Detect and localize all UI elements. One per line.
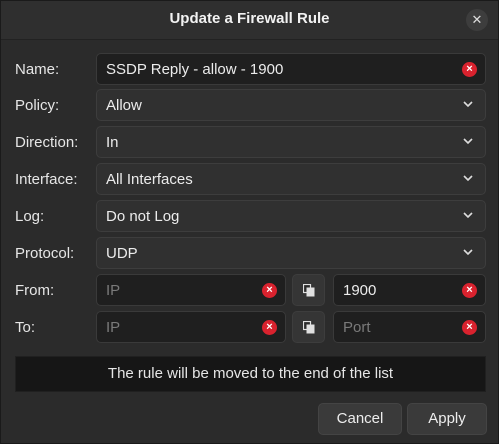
- direction-label: Direction:: [15, 134, 79, 151]
- protocol-dropdown[interactable]: UDP: [96, 237, 486, 269]
- name-label: Name:: [15, 61, 60, 78]
- from-ip-placeholder: IP: [106, 282, 121, 299]
- copy-icon: [303, 284, 315, 297]
- notice-banner: The rule will be moved to the end of the…: [15, 356, 486, 392]
- interface-dropdown[interactable]: All Interfaces: [96, 163, 486, 195]
- chevron-down-icon: [461, 134, 475, 148]
- chevron-down-icon: [461, 245, 475, 259]
- copy-to-button[interactable]: [292, 311, 325, 343]
- clear-to-ip-icon[interactable]: ×: [262, 320, 277, 335]
- direction-dropdown[interactable]: In: [96, 126, 486, 158]
- policy-dropdown[interactable]: Allow: [96, 89, 486, 121]
- policy-value: Allow: [106, 97, 142, 114]
- from-ip-input[interactable]: IP ×: [96, 274, 286, 306]
- chevron-down-icon: [461, 171, 475, 185]
- from-label: From:: [15, 282, 55, 299]
- from-port-input[interactable]: 1900 ×: [333, 274, 486, 306]
- log-label: Log:: [15, 208, 45, 225]
- clear-from-ip-icon[interactable]: ×: [262, 283, 277, 298]
- clear-from-port-icon[interactable]: ×: [462, 283, 477, 298]
- protocol-label: Protocol:: [15, 245, 75, 262]
- cancel-button[interactable]: Cancel: [318, 403, 402, 435]
- title-bar: Update a Firewall Rule ✕: [1, 1, 498, 40]
- chevron-down-icon: [461, 97, 475, 111]
- apply-button[interactable]: Apply: [407, 403, 487, 435]
- name-value: SSDP Reply - allow - 1900: [106, 61, 284, 78]
- direction-value: In: [106, 134, 119, 151]
- to-ip-placeholder: IP: [106, 319, 121, 336]
- to-label: To:: [15, 319, 36, 336]
- policy-label: Policy:: [15, 97, 60, 114]
- from-port-value: 1900: [343, 282, 377, 299]
- to-ip-input[interactable]: IP ×: [96, 311, 286, 343]
- copy-icon: [303, 321, 315, 334]
- to-port-input[interactable]: Port ×: [333, 311, 486, 343]
- clear-name-icon[interactable]: ×: [462, 62, 477, 77]
- dialog-title: Update a Firewall Rule: [169, 10, 330, 27]
- close-icon[interactable]: ✕: [466, 9, 488, 31]
- chevron-down-icon: [461, 208, 475, 222]
- log-dropdown[interactable]: Do not Log: [96, 200, 486, 232]
- log-value: Do not Log: [106, 208, 180, 225]
- firewall-rule-dialog: Update a Firewall Rule ✕ Name: SSDP Repl…: [0, 0, 499, 444]
- clear-to-port-icon[interactable]: ×: [462, 320, 477, 335]
- name-field[interactable]: SSDP Reply - allow - 1900 ×: [96, 53, 486, 85]
- copy-from-button[interactable]: [292, 274, 325, 306]
- protocol-value: UDP: [106, 245, 138, 262]
- interface-value: All Interfaces: [106, 171, 193, 188]
- interface-label: Interface:: [15, 171, 78, 188]
- to-port-placeholder: Port: [343, 319, 371, 336]
